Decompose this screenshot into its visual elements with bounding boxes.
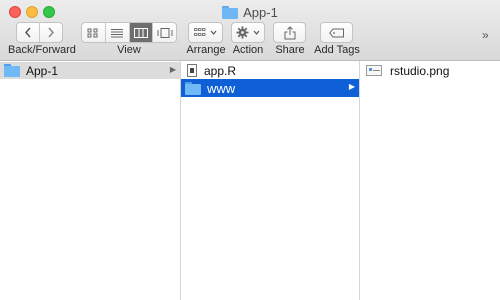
disclosure-arrow-icon: ▶ xyxy=(169,65,176,74)
view-mode-control xyxy=(81,22,177,43)
arrange-button[interactable] xyxy=(188,22,223,43)
list-item[interactable]: app.R xyxy=(181,62,359,79)
action-label: Action xyxy=(232,44,264,56)
folder-icon xyxy=(185,81,201,95)
share-icon xyxy=(284,25,295,39)
toolbar-overflow-button[interactable]: » xyxy=(482,28,489,42)
list-icon xyxy=(111,28,124,37)
column-browser: App-1 ▶ app.R www ▶ rstudio.png xyxy=(0,61,500,300)
item-name: rstudio.png xyxy=(390,63,450,78)
folder-icon xyxy=(4,64,20,77)
tag-icon xyxy=(328,28,344,37)
chevron-down-icon xyxy=(210,30,217,35)
arrange-grid-icon xyxy=(194,28,206,36)
chevron-right-icon xyxy=(48,27,55,38)
icon-view-button[interactable] xyxy=(82,23,106,42)
item-name: app.R xyxy=(204,63,237,78)
disclosure-arrow-icon: ▶ xyxy=(348,82,355,91)
image-file-icon xyxy=(366,65,382,76)
action-button[interactable] xyxy=(231,22,265,43)
grid-icon xyxy=(87,28,98,37)
item-name: www xyxy=(207,80,236,96)
column-view-button[interactable] xyxy=(129,23,154,42)
back-button[interactable] xyxy=(17,23,40,42)
window-title: App-1 xyxy=(0,3,500,21)
forward-button[interactable] xyxy=(40,23,62,42)
back-forward-label: Back/Forward xyxy=(8,44,76,56)
gallery-icon xyxy=(157,27,173,38)
columns-icon xyxy=(133,27,148,38)
window-title-text: App-1 xyxy=(243,4,278,20)
column-3: rstudio.png xyxy=(360,61,500,300)
list-view-button[interactable] xyxy=(106,23,130,42)
gallery-view-button[interactable] xyxy=(153,23,176,42)
gear-icon xyxy=(236,26,249,39)
add-tags-label: Add Tags xyxy=(314,44,360,56)
item-name: App-1 xyxy=(26,63,59,78)
back-forward-control xyxy=(16,22,63,43)
list-item[interactable]: App-1 ▶ xyxy=(0,62,180,79)
r-file-icon xyxy=(187,64,197,77)
arrange-label: Arrange xyxy=(186,44,226,56)
column-1: App-1 ▶ xyxy=(0,61,181,300)
folder-icon xyxy=(222,5,239,19)
share-label: Share xyxy=(275,44,305,56)
toolbar: App-1 Back/Forward View Arrange Action S… xyxy=(0,0,500,61)
chevron-left-icon xyxy=(24,27,31,38)
share-button[interactable] xyxy=(273,22,306,43)
list-item[interactable]: rstudio.png xyxy=(360,62,500,79)
column-2: app.R www ▶ xyxy=(181,61,360,300)
add-tags-button[interactable] xyxy=(320,22,353,43)
chevron-down-icon xyxy=(253,30,260,35)
finder-window: App-1 Back/Forward View Arrange Action S… xyxy=(0,0,500,300)
list-item[interactable]: www ▶ xyxy=(181,79,359,97)
view-label: View xyxy=(117,44,141,56)
